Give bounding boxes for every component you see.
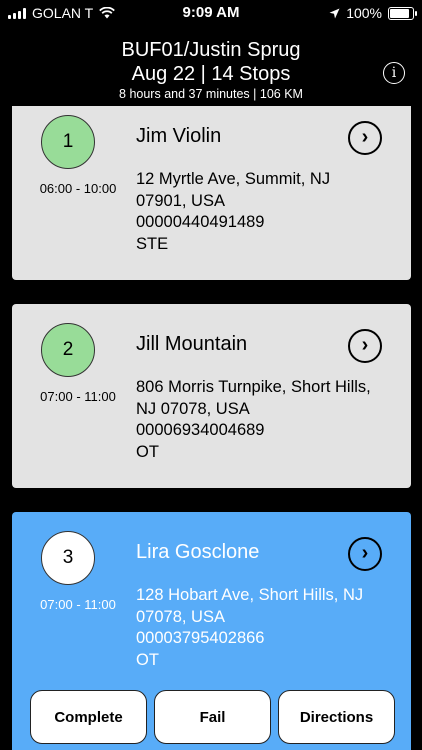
fail-button[interactable]: Fail xyxy=(154,690,271,744)
stop-details: 12 Myrtle Ave, Summit, NJ 07901, USA 000… xyxy=(136,169,398,255)
location-arrow-icon xyxy=(329,8,340,18)
route-title: BUF01/Justin Sprug xyxy=(121,39,301,61)
route-subtitle: Aug 22 | 14 Stops xyxy=(131,63,291,85)
stops-list[interactable]: 1 06:00 - 10:00 Jim Violin › 12 Myrtle A… xyxy=(0,106,422,750)
stop-card-1[interactable]: 1 06:00 - 10:00 Jim Violin › 12 Myrtle A… xyxy=(12,106,411,280)
complete-button[interactable]: Complete xyxy=(30,690,147,744)
stop-address-line2: 07078, USA xyxy=(136,607,225,626)
stop-time-window: 07:00 - 11:00 xyxy=(40,597,116,612)
status-bar: GOLAN T 9:09 AM 100% xyxy=(0,0,422,24)
stop-details-button[interactable]: › xyxy=(348,537,382,571)
directions-button[interactable]: Directions xyxy=(278,690,395,744)
stop-address-line1: 12 Myrtle Ave, Summit, NJ xyxy=(136,170,331,188)
stop-address-line1: 128 Hobart Ave, Short Hills, NJ xyxy=(136,586,364,604)
stop-card-2[interactable]: 2 07:00 - 11:00 Jill Mountain › 806 Morr… xyxy=(12,304,411,488)
stop-order-id: 00000440491489 xyxy=(136,213,265,231)
stop-number-badge: 1 xyxy=(41,115,95,169)
stop-address-line2: NJ 07078, USA xyxy=(136,399,250,418)
battery-fill xyxy=(390,8,409,18)
chevron-right-icon: › xyxy=(361,334,369,356)
stop-details-button[interactable]: › xyxy=(348,329,382,363)
stop-time-window: 07:00 - 11:00 xyxy=(40,389,116,404)
stop-address-line2: 07901, USA xyxy=(136,191,225,210)
stop-details: 806 Morris Turnpike, Short Hills, NJ 070… xyxy=(136,377,398,463)
stop-number-badge: 2 xyxy=(41,323,95,377)
stop-number-badge: 3 xyxy=(41,531,95,585)
route-header: BUF01/Justin Sprug Aug 22 | 14 Stops 8 h… xyxy=(0,38,422,102)
battery-percent: 100% xyxy=(346,5,382,21)
stop-order-id: 00003795402866 xyxy=(136,629,265,647)
stop-customer-name: Jill Mountain xyxy=(136,333,248,355)
stop-details: 128 Hobart Ave, Short Hills, NJ 07078, U… xyxy=(136,585,398,671)
stop-customer-name: Lira Gosclone xyxy=(136,541,260,563)
battery-icon xyxy=(388,6,417,20)
status-right: 100% xyxy=(329,5,417,21)
stop-order-id: 00006934004689 xyxy=(136,421,265,439)
stop-customer-name: Jim Violin xyxy=(136,125,222,147)
stop-details-button[interactable]: › xyxy=(348,121,382,155)
stop-code: OT xyxy=(136,650,159,669)
info-icon[interactable]: i xyxy=(383,62,405,84)
route-meta: 8 hours and 37 minutes | 106 KM xyxy=(119,87,303,101)
stop-time-window: 06:00 - 10:00 xyxy=(39,181,117,196)
stop-address-line1: 806 Morris Turnpike, Short Hills, xyxy=(136,378,371,396)
stop-code: STE xyxy=(136,234,169,253)
stop-code: OT xyxy=(136,442,159,461)
chevron-right-icon: › xyxy=(361,126,369,148)
chevron-right-icon: › xyxy=(361,542,369,564)
